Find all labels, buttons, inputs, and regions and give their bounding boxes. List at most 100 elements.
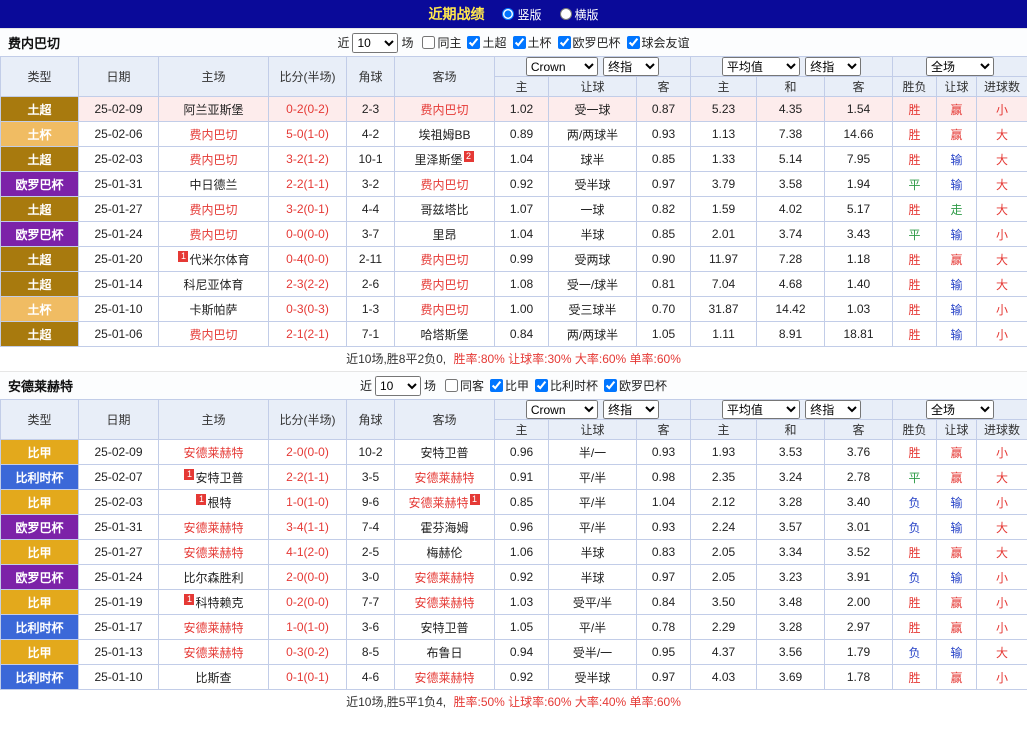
- avg-draw-odds: 8.91: [757, 322, 825, 347]
- filter-checkbox-欧罗巴杯[interactable]: 欧罗巴杯: [558, 34, 621, 51]
- subcol-away-odds: 客: [637, 420, 691, 440]
- filter-checkbox-比甲[interactable]: 比甲: [490, 377, 529, 394]
- avg-home-odds: 4.03: [691, 665, 757, 690]
- team-name-text: 安德莱赫特: [183, 521, 243, 535]
- handicap-line: 一球: [549, 197, 637, 222]
- filter-checkbox-input[interactable]: [604, 379, 617, 392]
- filter-checkbox-欧罗巴杯[interactable]: 欧罗巴杯: [604, 377, 667, 394]
- handicap-result: 赢: [937, 440, 977, 465]
- avg-away-odds: 1.40: [825, 272, 893, 297]
- team-name-text: 霍芬海姆: [420, 521, 468, 535]
- col-away: 客场: [395, 57, 495, 97]
- avg-home-odds: 2.24: [691, 515, 757, 540]
- home-team: 比斯查: [159, 665, 269, 690]
- avg-away-odds: 3.91: [825, 565, 893, 590]
- odds-source-header: Crown 终指: [495, 400, 691, 420]
- team-name-text: 安德莱赫特: [414, 571, 474, 585]
- average-odds-select[interactable]: 平均值: [722, 57, 800, 76]
- home-team: 安德莱赫特: [159, 440, 269, 465]
- subcol-home-odds: 主: [495, 420, 549, 440]
- fulltime-select[interactable]: 全场: [926, 400, 994, 419]
- home-team: 比尔森胜利: [159, 565, 269, 590]
- filter-checkbox-土超[interactable]: 土超: [467, 34, 506, 51]
- match-date: 25-01-20: [79, 247, 159, 272]
- away-team: 安特卫普: [395, 615, 495, 640]
- layout-option-horizontal[interactable]: 横版: [560, 6, 599, 23]
- home-odds: 0.96: [495, 515, 549, 540]
- team-name: 安德莱赫特: [8, 376, 73, 395]
- handicap-result: 输: [937, 297, 977, 322]
- goals-result: 大: [977, 172, 1027, 197]
- subcol-avg-home: 主: [691, 77, 757, 97]
- odds-company-select[interactable]: Crown: [526, 57, 598, 76]
- team-name-text: 代米尔体育: [189, 253, 249, 267]
- rank-badge: 1: [196, 494, 206, 505]
- filter-checkbox-球会友谊[interactable]: 球会友谊: [627, 34, 690, 51]
- team-name-text: 安特卫普: [420, 621, 468, 635]
- handicap-result: 赢: [937, 122, 977, 147]
- team-name-text: 科尼亚体育: [183, 278, 243, 292]
- home-team: 安德莱赫特: [159, 540, 269, 565]
- filter-checkbox-input[interactable]: [422, 36, 435, 49]
- rank-badge: 1: [470, 494, 480, 505]
- filter-checkbox-input[interactable]: [535, 379, 548, 392]
- filter-label: 土超: [482, 34, 506, 51]
- rank-badge: 1: [184, 469, 194, 480]
- away-team: 霍芬海姆: [395, 515, 495, 540]
- avg-draw-odds: 3.34: [757, 540, 825, 565]
- summary-stats: 胜率:50% 让球率:60% 大率:40% 单率:60%: [453, 695, 680, 709]
- fulltime-header: 全场: [893, 400, 1027, 420]
- horizontal-layout-radio[interactable]: [560, 8, 572, 20]
- away-team: 梅赫伦: [395, 540, 495, 565]
- avg-home-odds: 7.04: [691, 272, 757, 297]
- vertical-layout-radio[interactable]: [502, 8, 514, 20]
- avg-home-odds: 11.97: [691, 247, 757, 272]
- fulltime-select[interactable]: 全场: [926, 57, 994, 76]
- avg-draw-odds: 3.28: [757, 490, 825, 515]
- handicap-result: 输: [937, 272, 977, 297]
- filter-checkbox-input[interactable]: [627, 36, 640, 49]
- handicap-result: 走: [937, 197, 977, 222]
- match-row: 欧罗巴杯25-01-31安德莱赫特3-4(1-1)7-4霍芬海姆0.96平/半0…: [1, 515, 1027, 540]
- filter-label: 比甲: [505, 377, 529, 394]
- home-odds: 1.05: [495, 615, 549, 640]
- filter-checkbox-比利时杯[interactable]: 比利时杯: [535, 377, 598, 394]
- filter-checkbox-input[interactable]: [513, 36, 526, 49]
- avg-draw-odds: 3.69: [757, 665, 825, 690]
- filter-checkbox-input[interactable]: [490, 379, 503, 392]
- home-odds: 0.92: [495, 565, 549, 590]
- average-odds-header: 平均值 终指: [691, 57, 893, 77]
- match-count-select[interactable]: 10: [352, 33, 398, 53]
- final-odds-select[interactable]: 终指: [603, 400, 659, 419]
- goals-result: 小: [977, 490, 1027, 515]
- away-odds: 0.78: [637, 615, 691, 640]
- away-odds: 0.85: [637, 147, 691, 172]
- match-result: 胜: [893, 665, 937, 690]
- final-odds-select-2[interactable]: 终指: [805, 57, 861, 76]
- match-row: 欧罗巴杯25-01-31中日德兰2-2(1-1)3-2费内巴切0.92受半球0.…: [1, 172, 1027, 197]
- competition-type: 欧罗巴杯: [1, 172, 79, 197]
- filter-checkbox-同主[interactable]: 同主: [422, 34, 461, 51]
- filter-checkbox-input[interactable]: [445, 379, 458, 392]
- average-odds-select[interactable]: 平均值: [722, 400, 800, 419]
- filter-checkbox-input[interactable]: [467, 36, 480, 49]
- col-corner: 角球: [347, 400, 395, 440]
- filter-checkbox-土杯[interactable]: 土杯: [513, 34, 552, 51]
- match-count-select[interactable]: 10: [375, 376, 421, 396]
- summary-line: 近10场,胜8平2负0, 胜率:80% 让球率:30% 大率:60% 单率:60…: [0, 347, 1027, 371]
- home-team: 中日德兰: [159, 172, 269, 197]
- avg-home-odds: 1.59: [691, 197, 757, 222]
- final-odds-select[interactable]: 终指: [603, 57, 659, 76]
- home-team: 费内巴切: [159, 222, 269, 247]
- final-odds-select-2[interactable]: 终指: [805, 400, 861, 419]
- odds-company-select[interactable]: Crown: [526, 400, 598, 419]
- filter-checkbox-同客[interactable]: 同客: [445, 377, 484, 394]
- team-name-text: 哈塔斯堡: [420, 328, 468, 342]
- matches-label: 场: [424, 377, 436, 394]
- avg-away-odds: 3.76: [825, 440, 893, 465]
- filter-checkbox-input[interactable]: [558, 36, 571, 49]
- layout-option-vertical[interactable]: 竖版: [502, 6, 541, 23]
- home-team: 1根特: [159, 490, 269, 515]
- match-score: 3-4(1-1): [269, 515, 347, 540]
- avg-away-odds: 1.94: [825, 172, 893, 197]
